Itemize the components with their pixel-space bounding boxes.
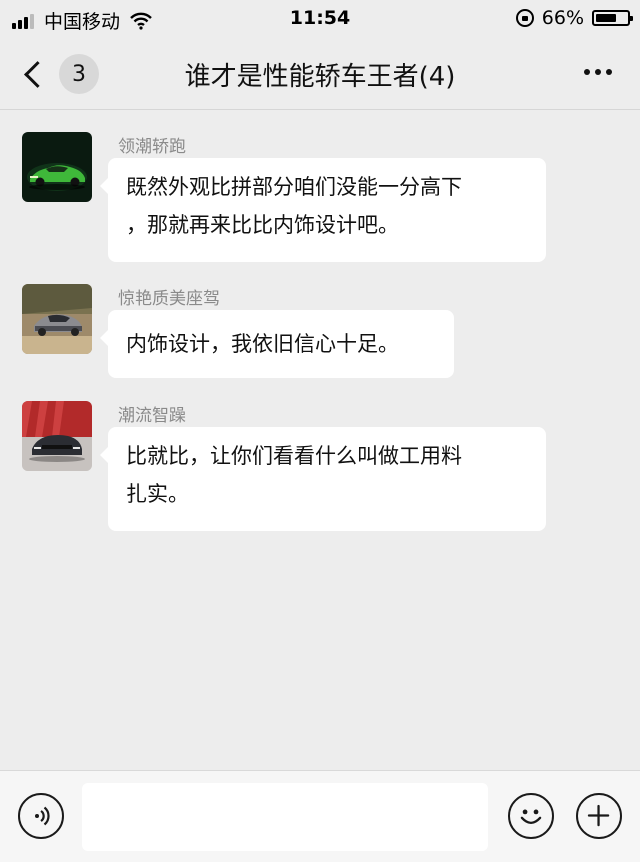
message-line: ，那就再来比比内饰设计吧。	[126, 213, 399, 237]
input-bar	[0, 770, 640, 862]
plus-icon	[587, 804, 610, 827]
more-dot	[584, 69, 590, 75]
sender-name: 潮流智躁	[118, 406, 186, 426]
chat-title: 谁才是性能轿车王者(4)	[184, 62, 456, 92]
more-dot	[606, 69, 612, 75]
rotation-lock-icon	[515, 9, 534, 27]
avatar[interactable]	[22, 284, 92, 354]
silver-car-avatar-image	[22, 284, 92, 354]
message-bubble[interactable]: 比就比，让你们看看什么叫做工用料 扎实。	[100, 427, 546, 531]
message-line: 比就比，让你们看看什么叫做工用料	[126, 444, 462, 468]
dark-car-avatar-image	[22, 401, 92, 471]
message-line: 扎实。	[126, 482, 189, 506]
sender-name: 领潮轿跑	[118, 137, 186, 157]
message-bubble[interactable]: 既然外观比拼部分咱们没能一分高下 ，那就再来比比内饰设计吧。	[100, 158, 546, 262]
status-bar: 中国移动 11:54 66%	[0, 0, 640, 38]
voice-button[interactable]	[18, 793, 64, 839]
add-button[interactable]	[576, 793, 622, 839]
more-dot	[595, 69, 601, 75]
sender-name: 惊艳质美座驾	[118, 289, 220, 309]
battery-icon	[592, 10, 633, 26]
more-button[interactable]	[579, 69, 612, 75]
voice-icon	[35, 806, 50, 826]
green-car-avatar-image	[22, 132, 92, 202]
message-input[interactable]	[82, 783, 488, 851]
message-bubble[interactable]: 内饰设计，我依旧信心十足。	[100, 310, 454, 378]
status-right: 66%	[515, 7, 633, 29]
nav-bar: 3 谁才是性能轿车王者(4)	[0, 38, 640, 110]
avatar[interactable]	[22, 401, 92, 471]
emoji-icon	[520, 809, 542, 824]
message-line: 既然外观比拼部分咱们没能一分高下	[126, 175, 462, 199]
battery-percent: 66%	[541, 7, 584, 29]
emoji-button[interactable]	[508, 793, 554, 839]
message-line: 内饰设计，我依旧信心十足。	[126, 332, 399, 356]
avatar[interactable]	[22, 132, 92, 202]
battery-level	[596, 14, 616, 22]
